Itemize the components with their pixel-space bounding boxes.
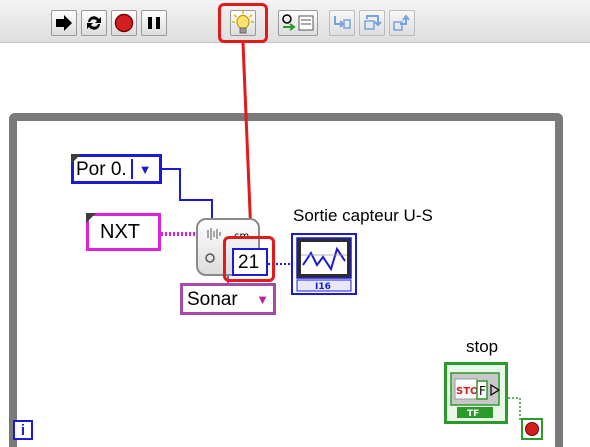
chevron-down-icon[interactable]: ▼ [256,292,269,307]
port-control[interactable]: Por 0. ▼ [71,154,162,184]
port-wire [162,168,213,222]
highlight-box-probe [223,236,275,282]
stop-value-text: F [479,384,486,398]
stop-button-terminal[interactable]: STOP F TF [444,362,508,424]
nxt-control[interactable]: NXT [86,213,161,251]
stop-label: stop [466,337,499,356]
control-corner-marker [86,213,96,223]
sonar-control-value: Sonar [187,289,238,310]
annotation-arrow-line [241,42,253,237]
highlight-box-toolbar [218,3,268,43]
graph-indicator-label: Sortie capteur U-S [293,206,433,225]
stop-if-true-icon [525,422,539,436]
loop-iteration-info-icon[interactable]: i [13,420,33,440]
chevron-down-icon[interactable]: ▼ [131,159,157,179]
waveform-chart-terminal[interactable]: I16 [291,233,357,295]
stop-tf-text: TF [467,409,479,419]
nxt-control-value: NXT [100,221,140,243]
waveform-chart-icon: I16 [296,237,352,292]
stop-button-icon: STOP F TF [450,372,501,419]
loop-condition-terminal[interactable] [521,418,543,440]
stop-wire [508,397,521,420]
sonar-control[interactable]: Sonar ▼ [180,283,276,315]
graph-type-label: I16 [315,282,331,292]
port-control-value: Por 0. [76,159,127,180]
